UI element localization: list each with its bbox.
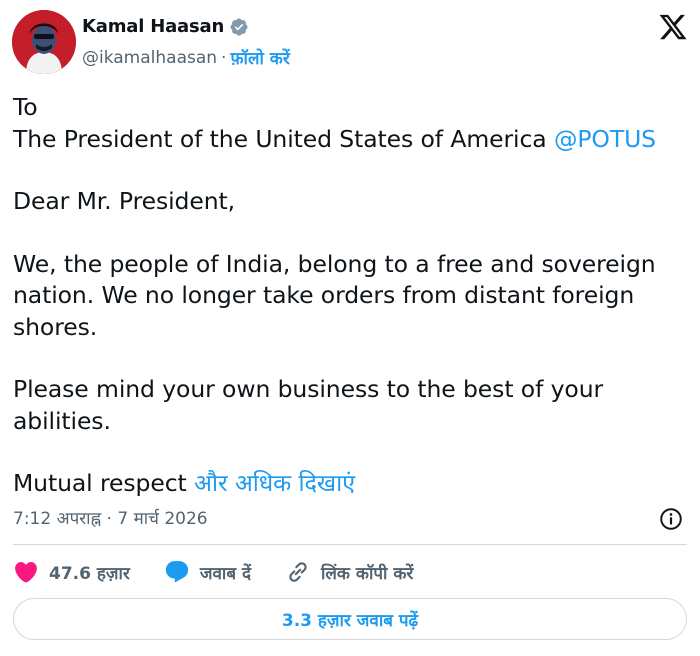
reply-button[interactable]: जवाब दें bbox=[164, 559, 251, 585]
read-replies-button[interactable]: 3.3 हज़ार जवाब पढ़ें bbox=[13, 598, 687, 640]
chat-bubble-icon bbox=[165, 561, 188, 583]
read-replies-label: 3.3 हज़ार जवाब पढ़ें bbox=[281, 610, 419, 631]
tweet-timestamp[interactable]: 7:12 अपराह्न · 7 मार्च 2026 bbox=[13, 506, 208, 529]
action-bar: 47.6 हज़ार जवाब दें लिंक कॉपी करें bbox=[13, 555, 687, 589]
author-name-row: Kamal Haasan bbox=[82, 16, 249, 37]
author-name[interactable]: Kamal Haasan bbox=[82, 16, 224, 37]
avatar[interactable] bbox=[12, 10, 76, 74]
show-more-link[interactable]: और अधिक दिखाएं bbox=[194, 469, 355, 497]
heart-icon bbox=[15, 561, 37, 583]
like-count: 47.6 हज़ार bbox=[49, 563, 130, 584]
tweet-line-addressee: The President of the United States of Am… bbox=[13, 124, 689, 156]
addressee-text: The President of the United States of Am… bbox=[13, 124, 554, 153]
separator-dot: · bbox=[221, 47, 227, 68]
copy-link-label: लिंक कॉपी करें bbox=[320, 563, 414, 584]
divider bbox=[13, 544, 687, 545]
mention-link[interactable]: @POTUS bbox=[554, 125, 656, 153]
info-icon[interactable] bbox=[658, 506, 684, 532]
x-logo-icon[interactable] bbox=[658, 12, 688, 42]
tweet-closing-line: Mutual respect और अधिक दिखाएं bbox=[13, 468, 689, 500]
like-button[interactable]: 47.6 हज़ार bbox=[13, 559, 130, 585]
verified-badge-icon[interactable] bbox=[229, 17, 249, 37]
tweet-paragraph-1: We, the people of India, belong to a fre… bbox=[13, 249, 656, 341]
tweet-paragraph-2: Please mind your own business to the bes… bbox=[13, 375, 604, 435]
copy-link-button[interactable]: लिंक कॉपी करें bbox=[285, 559, 413, 585]
link-icon bbox=[289, 562, 307, 582]
tweet-salutation: Dear Mr. President, bbox=[13, 187, 235, 215]
author-handle[interactable]: @ikamalhaasan bbox=[82, 48, 217, 68]
tweet-body: To The President of the United States of… bbox=[13, 92, 689, 500]
reply-label: जवाब दें bbox=[199, 563, 251, 584]
avatar-image bbox=[12, 10, 76, 74]
handle-row: @ikamalhaasan · फ़ॉलो करें bbox=[82, 46, 290, 70]
follow-button[interactable]: फ़ॉलो करें bbox=[230, 46, 289, 69]
tweet-line-to: To bbox=[13, 93, 38, 121]
closing-text: Mutual respect bbox=[13, 469, 195, 497]
tweet-header: Kamal Haasan @ikamalhaasan · फ़ॉलो करें bbox=[12, 10, 688, 74]
